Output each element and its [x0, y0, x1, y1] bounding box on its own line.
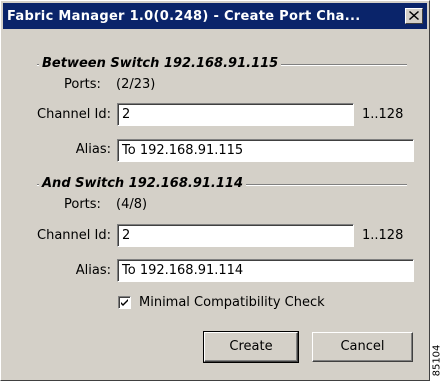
- figure-id-text: 85104: [431, 344, 443, 377]
- channel-id-label: Channel Id:: [37, 107, 111, 122]
- group-title-and-switch: And Switch 192.168.91.114: [39, 176, 246, 192]
- ports-label: Ports:: [64, 197, 101, 212]
- title-bar[interactable]: Fabric Manager 1.0(0.248) - Create Port …: [3, 3, 427, 29]
- ports-value: (4/8): [116, 197, 148, 212]
- ports-value: (2/23): [116, 77, 156, 92]
- channel-id-input-1[interactable]: 2: [117, 103, 354, 126]
- checkmark-icon: [121, 299, 128, 306]
- cancel-button[interactable]: Cancel: [312, 332, 413, 362]
- alias-label: Alias:: [75, 263, 111, 278]
- dialog-window: Fabric Manager 1.0(0.248) - Create Port …: [0, 0, 430, 381]
- alias-input-2[interactable]: To 192.168.91.114: [117, 259, 414, 282]
- group-title-between-switch: Between Switch 192.168.91.115: [39, 56, 282, 72]
- window-title: Fabric Manager 1.0(0.248) - Create Port …: [7, 9, 361, 24]
- figure-id: 85104: [431, 344, 446, 380]
- channel-id-input-2[interactable]: 2: [117, 224, 354, 247]
- close-button[interactable]: [405, 8, 423, 24]
- create-button[interactable]: Create: [203, 331, 299, 363]
- channel-id-range: 1..128: [362, 107, 404, 122]
- channel-id-label: Channel Id:: [37, 228, 111, 243]
- minimal-compatibility-checkbox[interactable]: [118, 296, 131, 309]
- close-icon: [409, 11, 419, 20]
- alias-input-1[interactable]: To 192.168.91.115: [117, 139, 414, 162]
- ports-label: Ports:: [64, 77, 101, 92]
- channel-id-range: 1..128: [362, 228, 404, 243]
- minimal-compatibility-label[interactable]: Minimal Compatibility Check: [139, 295, 325, 311]
- alias-label: Alias:: [75, 142, 111, 157]
